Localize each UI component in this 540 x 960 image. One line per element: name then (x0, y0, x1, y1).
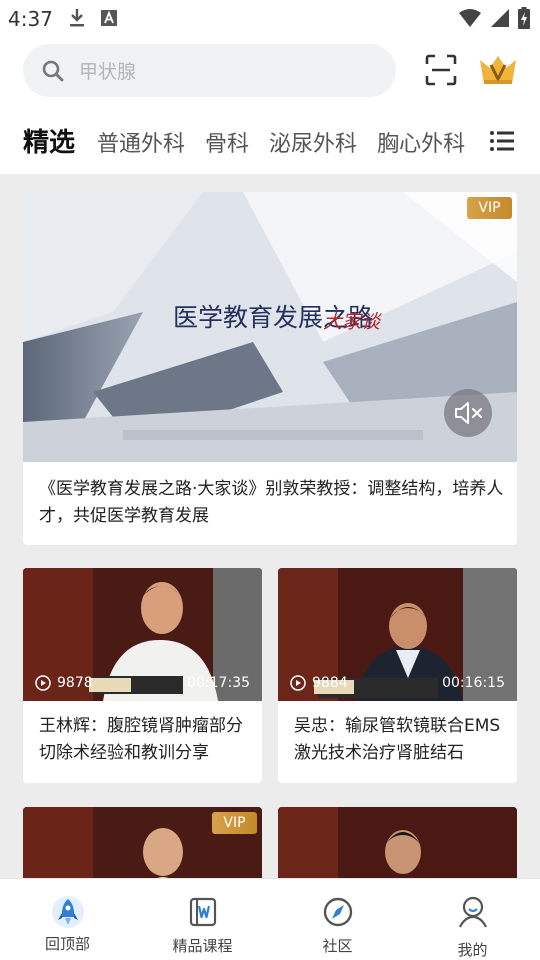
header: 甲状腺 精选 普通外科 骨科 泌尿外科 胸心外科 (0, 36, 540, 174)
nav-label: 我的 (457, 941, 488, 959)
video-thumbnail[interactable]: 9878 00:17:35 (23, 568, 262, 701)
video-title[interactable]: 吴忠：输尿管软镜联合EMS激光技术治疗肾脏结石 (278, 701, 517, 783)
video-title[interactable]: 王林辉：腹腔镜肾肿瘤部分切除术经验和教训分享 (23, 701, 262, 783)
status-left-icons (68, 8, 118, 28)
view-count: 9884 (290, 675, 348, 691)
video-thumbnail[interactable]: VIP (23, 807, 262, 887)
scan-icon[interactable] (425, 54, 457, 86)
category-tabs: 精选 普通外科 骨科 泌尿外科 胸心外科 (23, 122, 483, 162)
nav-profile[interactable]: 我的 (405, 879, 540, 960)
text-notification-icon (101, 10, 117, 26)
vip-badge: VIP (212, 812, 257, 834)
view-count: 9878 (35, 675, 93, 691)
tab-thoracic-cardiac[interactable]: 胸心外科 (377, 126, 465, 158)
view-count-text: 9884 (312, 675, 348, 691)
bottom-navigation: 回顶部 精品课程 社区 我的 (0, 878, 540, 960)
featured-video-frame: 医学教育发展之路 大家谈 (23, 192, 517, 462)
video-card[interactable]: 9878 00:17:35 王林辉：腹腔镜肾肿瘤部分切除术经验和教训分享 (23, 568, 262, 783)
video-card[interactable] (278, 807, 517, 887)
tab-selected[interactable]: 精选 (23, 122, 75, 159)
download-icon (70, 9, 84, 27)
tab-urology[interactable]: 泌尿外科 (269, 126, 357, 158)
tab-general-surgery[interactable]: 普通外科 (97, 126, 185, 158)
list-menu-icon[interactable] (489, 130, 515, 152)
video-card[interactable]: VIP (23, 807, 262, 887)
mute-button[interactable] (444, 389, 492, 437)
nav-premium-courses[interactable]: 精品课程 (135, 879, 270, 960)
thumbnail-image (278, 807, 517, 887)
vip-crown-icon[interactable] (478, 52, 518, 88)
view-count-text: 9878 (57, 675, 93, 691)
profile-icon (458, 896, 487, 928)
nav-back-to-top[interactable]: 回顶部 (0, 879, 135, 960)
rocket-icon (51, 896, 84, 928)
nav-community[interactable]: 社区 (270, 879, 405, 960)
search-bar[interactable]: 甲状腺 (23, 44, 396, 97)
video-thumbnail[interactable]: 9884 00:16:15 (278, 568, 517, 701)
nav-label: 回顶部 (44, 935, 90, 953)
video-card[interactable]: 9884 00:16:15 吴忠：输尿管软镜联合EMS激光技术治疗肾脏结石 (278, 568, 517, 783)
video-duration: 00:17:35 (187, 675, 250, 691)
featured-video[interactable]: 医学教育发展之路 大家谈 VIP (23, 192, 517, 462)
wifi-icon (459, 9, 481, 27)
cellular-icon (491, 9, 509, 27)
mute-icon (455, 402, 482, 424)
banner-title-accent: 大家谈 (323, 311, 382, 333)
tab-orthopedics[interactable]: 骨科 (205, 126, 249, 158)
video-thumbnail[interactable] (278, 807, 517, 887)
status-bar: 4:37 (0, 0, 540, 36)
play-count-icon (290, 675, 306, 691)
search-icon (42, 60, 64, 81)
status-right-icons (458, 7, 530, 29)
course-book-icon (189, 897, 216, 927)
nav-label: 精品课程 (172, 937, 233, 955)
compass-icon (323, 897, 352, 927)
status-time: 4:37 (8, 7, 53, 31)
video-duration: 00:16:15 (442, 675, 505, 691)
play-count-icon (35, 675, 51, 691)
featured-title[interactable]: 《医学教育发展之路·大家谈》别敦荣教授：调整结构，培养人才，共促医学教育发展 (23, 462, 517, 530)
featured-card[interactable]: 医学教育发展之路 大家谈 VIP 《医学教育发展之路·大家谈》别敦荣教授：调整结… (23, 192, 517, 545)
vip-badge: VIP (467, 197, 512, 219)
battery-icon (518, 7, 530, 29)
nav-label: 社区 (322, 937, 353, 955)
search-input[interactable]: 甲状腺 (79, 57, 136, 84)
